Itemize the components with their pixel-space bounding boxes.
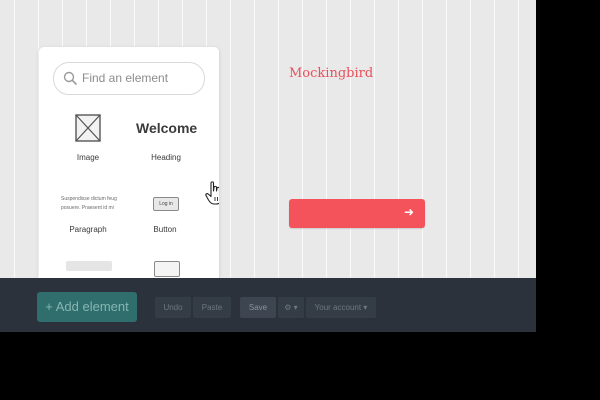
tile-label-heading: Heading — [151, 153, 181, 162]
site-title[interactable]: Mockingbird — [289, 66, 373, 81]
paragraph-sample[interactable]: Suspendisse dictum feug posuere. Praesen… — [61, 195, 123, 213]
add-element-button[interactable]: + Add element — [37, 292, 137, 322]
heading-sample[interactable]: Welcome — [136, 120, 197, 136]
tile-label-paragraph: Paragraph — [69, 225, 107, 234]
paragraph-sample-line: posuere. Praesent id mi — [61, 205, 114, 211]
element-picker-panel: Find an element Image Welcome Heading Su… — [39, 47, 219, 278]
undo-button[interactable]: Undo — [155, 297, 191, 318]
paragraph-sample-line: Suspendisse dictum feug — [61, 196, 117, 202]
button-sample[interactable]: Log in — [153, 197, 179, 211]
partial-tile[interactable] — [154, 261, 180, 277]
save-button[interactable]: Save — [240, 297, 276, 318]
app-window: Mockingbird ➜ Find an element Image Welc… — [0, 0, 536, 332]
search-placeholder: Find an element — [82, 71, 169, 85]
tile-label-image: Image — [76, 153, 100, 162]
bottom-toolbar: + Add element Undo Paste Save ⚙ ▾ Your a… — [0, 278, 536, 332]
arrow-right-icon: ➜ — [403, 205, 414, 219]
settings-dropdown-button[interactable]: ⚙ ▾ — [278, 297, 304, 318]
search-icon — [63, 71, 77, 85]
cta-button[interactable]: ➜ — [289, 199, 425, 228]
search-input[interactable]: Find an element — [53, 62, 205, 95]
tile-label-button: Button — [153, 225, 177, 234]
image-placeholder-icon[interactable] — [75, 114, 101, 142]
design-canvas[interactable]: Mockingbird ➜ Find an element Image Welc… — [0, 0, 536, 278]
partial-tile[interactable] — [66, 261, 112, 271]
account-dropdown-button[interactable]: Your account ▾ — [306, 297, 376, 318]
hand-cursor-icon — [205, 181, 219, 205]
paste-button[interactable]: Paste — [193, 297, 231, 318]
